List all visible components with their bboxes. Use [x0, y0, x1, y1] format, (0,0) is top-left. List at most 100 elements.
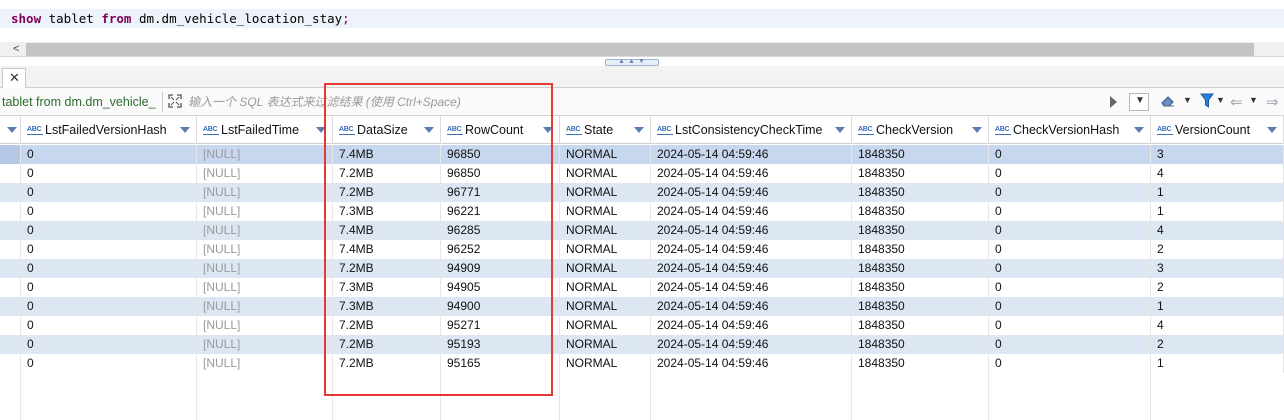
- table-row[interactable]: 0 [NULL] 7.2MB 94909 NORMAL 2024-05-14 04:59:…: [0, 259, 1284, 278]
- sort-icon[interactable]: [180, 127, 190, 133]
- table-cell-lstconsistencychecktime[interactable]: 2024-05-14 04:59:46: [651, 316, 852, 335]
- query-label[interactable]: tablet from dm.dm_vehicle_: [2, 95, 156, 109]
- table-cell-lstfailedtime[interactable]: [NULL]: [197, 202, 333, 221]
- table-cell-lstconsistencychecktime[interactable]: 2024-05-14 04:59:46: [651, 202, 852, 221]
- table-cell-rowcount[interactable]: 96221: [441, 202, 560, 221]
- back-dropdown-icon[interactable]: ▼: [1249, 95, 1258, 105]
- column-header-versioncount[interactable]: ABC VersionCount: [1151, 116, 1284, 144]
- table-row[interactable]: 0 [NULL] 7.2MB 96771 NORMAL 2024-05-14 04:59:…: [0, 183, 1284, 202]
- table-cell-checkversionhash[interactable]: 0: [989, 354, 1151, 373]
- eraser-dropdown-icon[interactable]: ▼: [1183, 95, 1192, 105]
- table-cell-checkversionhash[interactable]: 0: [989, 164, 1151, 183]
- table-cell-checkversion[interactable]: 1848350: [852, 240, 989, 259]
- panel-splitter[interactable]: ▲ ▲ ▼: [0, 56, 1284, 66]
- table-cell-rowcount[interactable]: 95193: [441, 335, 560, 354]
- table-cell-checkversion[interactable]: 1848350: [852, 202, 989, 221]
- table-cell-rowcount[interactable]: 95165: [441, 354, 560, 373]
- table-cell-versioncount[interactable]: 2: [1151, 335, 1284, 354]
- table-cell-checkversion[interactable]: 1848350: [852, 145, 989, 164]
- table-cell-datasize[interactable]: 7.4MB: [333, 240, 441, 259]
- back-arrow-icon[interactable]: ⇐: [1230, 93, 1243, 111]
- column-header-rowcount[interactable]: ABC RowCount: [441, 116, 560, 144]
- table-cell-lstconsistencychecktime[interactable]: 2024-05-14 04:59:46: [651, 278, 852, 297]
- table-row[interactable]: 0 [NULL] 7.4MB 96285 NORMAL 2024-05-14 04:59:…: [0, 221, 1284, 240]
- apply-filter-icon[interactable]: [1110, 96, 1117, 108]
- table-cell-lstfailedtime[interactable]: [NULL]: [197, 278, 333, 297]
- editor-horizontal-scrollbar[interactable]: <: [0, 42, 1284, 56]
- table-cell-lstconsistencychecktime[interactable]: 2024-05-14 04:59:46: [651, 221, 852, 240]
- table-cell-checkversion[interactable]: 1848350: [852, 354, 989, 373]
- table-cell-versioncount[interactable]: 3: [1151, 145, 1284, 164]
- table-cell-datasize[interactable]: 7.3MB: [333, 278, 441, 297]
- sort-icon[interactable]: [1267, 127, 1277, 133]
- table-cell-checkversionhash[interactable]: 0: [989, 145, 1151, 164]
- table-cell-lstfailedtime[interactable]: [NULL]: [197, 221, 333, 240]
- row-number-cell[interactable]: [0, 297, 21, 316]
- table-cell-checkversionhash[interactable]: 0: [989, 297, 1151, 316]
- row-number-cell[interactable]: [0, 221, 21, 240]
- table-cell-lstfailedtime[interactable]: [NULL]: [197, 145, 333, 164]
- scrollbar-thumb[interactable]: [26, 43, 1254, 56]
- sort-icon[interactable]: [1134, 127, 1144, 133]
- table-cell-lstfailedtime[interactable]: [NULL]: [197, 183, 333, 202]
- table-cell-checkversionhash[interactable]: 0: [989, 335, 1151, 354]
- table-cell-datasize[interactable]: 7.4MB: [333, 145, 441, 164]
- table-cell-versioncount[interactable]: 2: [1151, 240, 1284, 259]
- table-row[interactable]: 0 [NULL] 7.2MB 95165 NORMAL 2024-05-14 04:59:…: [0, 354, 1284, 373]
- table-cell-lstfailedtime[interactable]: [NULL]: [197, 316, 333, 335]
- table-cell-state[interactable]: NORMAL: [560, 240, 651, 259]
- table-cell-lstfailedtime[interactable]: [NULL]: [197, 240, 333, 259]
- table-cell-state[interactable]: NORMAL: [560, 259, 651, 278]
- row-number-cell[interactable]: [0, 354, 21, 373]
- table-cell-lstconsistencychecktime[interactable]: 2024-05-14 04:59:46: [651, 145, 852, 164]
- table-cell-lstfailedversionhash[interactable]: 0: [21, 316, 197, 335]
- sort-icon[interactable]: [835, 127, 845, 133]
- table-cell-versioncount[interactable]: 4: [1151, 316, 1284, 335]
- row-number-cell[interactable]: [0, 164, 21, 183]
- table-cell-datasize[interactable]: 7.2MB: [333, 354, 441, 373]
- table-cell-datasize[interactable]: 7.2MB: [333, 183, 441, 202]
- table-cell-datasize[interactable]: 7.2MB: [333, 164, 441, 183]
- table-cell-lstconsistencychecktime[interactable]: 2024-05-14 04:59:46: [651, 183, 852, 202]
- table-cell-lstfailedversionhash[interactable]: 0: [21, 183, 197, 202]
- table-cell-checkversionhash[interactable]: 0: [989, 259, 1151, 278]
- table-cell-lstfailedversionhash[interactable]: 0: [21, 278, 197, 297]
- table-cell-state[interactable]: NORMAL: [560, 297, 651, 316]
- forward-arrow-icon[interactable]: ⇒: [1266, 93, 1279, 111]
- table-cell-versioncount[interactable]: 3: [1151, 259, 1284, 278]
- table-cell-lstfailedversionhash[interactable]: 0: [21, 259, 197, 278]
- row-number-cell[interactable]: [0, 335, 21, 354]
- table-cell-lstfailedtime[interactable]: [NULL]: [197, 335, 333, 354]
- sort-icon[interactable]: [972, 127, 982, 133]
- table-row[interactable]: 0 [NULL] 7.2MB 95271 NORMAL 2024-05-14 04:59:…: [0, 316, 1284, 335]
- table-cell-checkversion[interactable]: 1848350: [852, 335, 989, 354]
- sql-editor-line[interactable]: show tablet from dm.dm_vehicle_location_…: [0, 9, 1284, 28]
- table-cell-datasize[interactable]: 7.3MB: [333, 297, 441, 316]
- table-cell-checkversionhash[interactable]: 0: [989, 221, 1151, 240]
- table-cell-checkversionhash[interactable]: 0: [989, 278, 1151, 297]
- table-cell-checkversion[interactable]: 1848350: [852, 316, 989, 335]
- table-cell-lstconsistencychecktime[interactable]: 2024-05-14 04:59:46: [651, 297, 852, 316]
- row-number-cell[interactable]: [0, 240, 21, 259]
- table-cell-versioncount[interactable]: 2: [1151, 278, 1284, 297]
- table-cell-state[interactable]: NORMAL: [560, 183, 651, 202]
- table-cell-lstfailedtime[interactable]: [NULL]: [197, 297, 333, 316]
- table-cell-versioncount[interactable]: 4: [1151, 164, 1284, 183]
- table-cell-checkversionhash[interactable]: 0: [989, 240, 1151, 259]
- table-cell-versioncount[interactable]: 1: [1151, 183, 1284, 202]
- table-cell-lstconsistencychecktime[interactable]: 2024-05-14 04:59:46: [651, 259, 852, 278]
- table-cell-lstfailedversionhash[interactable]: 0: [21, 297, 197, 316]
- table-cell-rowcount[interactable]: 94905: [441, 278, 560, 297]
- table-row[interactable]: 0 [NULL] 7.3MB 94905 NORMAL 2024-05-14 04:59:…: [0, 278, 1284, 297]
- sort-icon[interactable]: [424, 127, 434, 133]
- table-cell-checkversion[interactable]: 1848350: [852, 278, 989, 297]
- table-cell-state[interactable]: NORMAL: [560, 221, 651, 240]
- splitter-grip-icon[interactable]: ▲ ▲ ▼: [605, 58, 659, 66]
- table-cell-state[interactable]: NORMAL: [560, 335, 651, 354]
- table-cell-rowcount[interactable]: 96285: [441, 221, 560, 240]
- column-header-lstfailedversionhash[interactable]: ABC LstFailedVersionHash: [21, 116, 197, 144]
- row-number-cell[interactable]: [0, 259, 21, 278]
- table-cell-lstfailedversionhash[interactable]: 0: [21, 335, 197, 354]
- table-cell-lstfailedtime[interactable]: [NULL]: [197, 164, 333, 183]
- table-cell-checkversion[interactable]: 1848350: [852, 164, 989, 183]
